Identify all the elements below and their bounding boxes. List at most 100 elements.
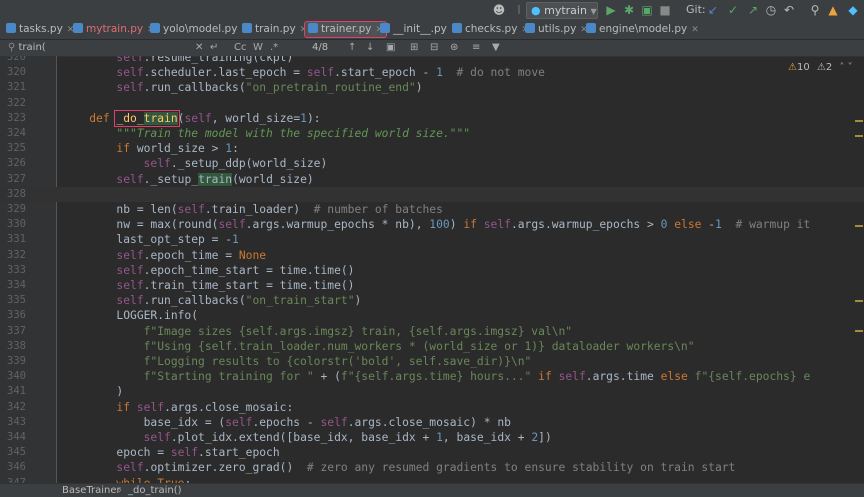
- git-label: Git:: [686, 3, 706, 16]
- line-number: 333: [7, 263, 26, 276]
- code-line[interactable]: 342 if self.args.close_mosaic:: [0, 400, 864, 415]
- line-number: 339: [7, 355, 26, 367]
- python-file-icon: [452, 23, 462, 33]
- arrow-down-icon[interactable]: ↓: [366, 40, 374, 56]
- code-text: f"Starting training for " + (f"{self.arg…: [143, 370, 811, 384]
- words-toggle[interactable]: W: [253, 40, 263, 56]
- tab-init[interactable]: __init__.py✕: [380, 20, 458, 39]
- code-line[interactable]: 321 self.run_callbacks("on_pretrain_rout…: [0, 80, 864, 95]
- run-config-label: mytrain: [544, 4, 587, 17]
- tab-yolo-model[interactable]: yolo\model.py✕: [150, 20, 249, 39]
- line-number: 327: [7, 172, 26, 185]
- code-line[interactable]: 343 base_idx = (self.epochs - self.args.…: [0, 415, 864, 430]
- stop-icon[interactable]: ■: [658, 3, 672, 17]
- code-line[interactable]: 333 self.epoch_time_start = time.time(): [0, 263, 864, 278]
- newline-icon[interactable]: ↵: [210, 40, 218, 56]
- code-line[interactable]: 335 self.run_callbacks("on_train_start"): [0, 293, 864, 308]
- code-line[interactable]: 347 while True:: [0, 476, 864, 483]
- clear-icon[interactable]: ✕: [195, 40, 203, 56]
- line-number: 328: [7, 187, 26, 200]
- code-text: self.plot_idx.extend([base_idx, base_idx…: [143, 431, 552, 444]
- code-line[interactable]: 324 """Train the model with the specifie…: [0, 126, 864, 141]
- code-line[interactable]: 322: [0, 96, 864, 111]
- code-line[interactable]: 338 f"Using {self.train_loader.num_worke…: [0, 339, 864, 354]
- rollback-icon[interactable]: ↶: [782, 3, 796, 17]
- git-push-icon[interactable]: ↗: [746, 3, 760, 17]
- add-occurrence-icon[interactable]: ⊞: [410, 40, 418, 56]
- line-number: 321: [7, 81, 26, 94]
- run-icon[interactable]: ▶: [604, 3, 618, 17]
- line-number: 340: [7, 370, 26, 383]
- code-line[interactable]: 334 self.train_time_start = time.time(): [0, 278, 864, 293]
- line-number: 343: [7, 415, 26, 428]
- select-all-icon[interactable]: ▣: [386, 40, 395, 56]
- tab-train[interactable]: train.py✕: [242, 20, 307, 39]
- find-bar: ⚲ train( ✕ ↵ Cc W .* 4/8 ↑ ↓ ▣ ⊞ ⊟ ⊛ ≡ ▼: [0, 40, 864, 57]
- code-text: LOGGER.info(: [62, 309, 199, 323]
- line-number: 332: [7, 248, 26, 261]
- search-icon[interactable]: ⚲: [808, 3, 822, 17]
- code-line[interactable]: 320 self.scheduler.last_epoch = self.sta…: [0, 65, 864, 80]
- line-number: 320: [7, 66, 26, 79]
- line-number: 336: [7, 309, 26, 322]
- breadcrumb-function[interactable]: _do_train(): [128, 484, 182, 497]
- ide-icon[interactable]: ◆: [846, 3, 860, 17]
- code-line[interactable]: 327 self._setup_train(world_size): [0, 172, 864, 187]
- code-line[interactable]: 344 self.plot_idx.extend([base_idx, base…: [0, 430, 864, 445]
- user-icon[interactable]: ☻: [492, 3, 506, 17]
- breadcrumb-class[interactable]: BaseTrainer: [62, 484, 121, 497]
- tab-mytrain[interactable]: mytrain.py✕: [73, 20, 155, 39]
- code-editor[interactable]: 320 self.resume_training(ckpt) 320 self.s…: [0, 56, 864, 483]
- code-line[interactable]: 330 nw = max(round(self.args.warmup_epoc…: [0, 217, 864, 232]
- git-commit-icon[interactable]: ✓: [726, 3, 740, 17]
- coverage-icon[interactable]: ▣: [640, 3, 654, 17]
- run-config-select[interactable]: ● mytrain ▼: [526, 2, 598, 19]
- tab-engine-model[interactable]: engine\model.py ✕: [586, 20, 699, 39]
- arrow-up-icon[interactable]: ↑: [348, 40, 356, 56]
- python-file-icon: [586, 23, 596, 33]
- code-line[interactable]: 331 last_opt_step = -1: [0, 232, 864, 247]
- close-icon[interactable]: ✕: [691, 25, 699, 35]
- code-text: self.run_callbacks("on_pretrain_routine_…: [116, 81, 423, 95]
- code-line[interactable]: 325 if world_size > 1:: [0, 141, 864, 156]
- tab-tasks[interactable]: tasks.py ✕: [6, 20, 74, 39]
- match-case-toggle[interactable]: Cc: [234, 40, 246, 56]
- python-file-icon: [380, 23, 390, 33]
- code-line[interactable]: 332 self.epoch_time = None: [0, 248, 864, 263]
- code-line[interactable]: 320 self.resume_training(ckpt): [0, 56, 864, 65]
- code-line[interactable]: 337 f"Image sizes {self.args.imgsz} trai…: [0, 324, 864, 339]
- code-line[interactable]: 341 ): [0, 384, 864, 399]
- git-update-icon[interactable]: ↙: [706, 3, 720, 17]
- debug-icon[interactable]: ✱: [622, 3, 636, 17]
- tab-utils[interactable]: utils.py ✕: [525, 20, 588, 39]
- search-input[interactable]: ⚲ train(: [8, 40, 46, 56]
- remove-occurrence-icon[interactable]: ⊟: [430, 40, 438, 56]
- code-line[interactable]: 346 self.optimizer.zero_grad() # zero an…: [0, 460, 864, 475]
- tab-trainer[interactable]: trainer.py✕: [304, 21, 388, 38]
- line-number: 338: [7, 339, 26, 352]
- filter-icon[interactable]: ▼: [492, 40, 500, 56]
- code-line[interactable]: 326 self._setup_ddp(world_size): [0, 156, 864, 171]
- code-line[interactable]: 336 LOGGER.info(: [0, 308, 864, 323]
- update-icon[interactable]: ▲: [826, 3, 840, 17]
- regex-toggle[interactable]: .*: [270, 40, 278, 56]
- code-line[interactable]: 345 epoch = self.start_epoch: [0, 445, 864, 460]
- tab-checks[interactable]: checks.py✕: [452, 20, 529, 39]
- code-text: if self.args.close_mosaic:: [116, 400, 294, 414]
- line-number: 342: [7, 400, 26, 413]
- code-line[interactable]: 340 f"Starting training for " + (f"{self…: [0, 369, 864, 384]
- code-text: if world_size > 1:: [116, 142, 239, 156]
- code-text: epoch = self.start_epoch: [62, 446, 280, 460]
- line-number: 330: [7, 218, 26, 231]
- code-line[interactable]: 329 nb = len(self.train_loader) # number…: [0, 202, 864, 217]
- history-icon[interactable]: ◷: [764, 3, 778, 17]
- code-line[interactable]: 328: [0, 186, 864, 202]
- code-line[interactable]: 323 def _do_train(self, world_size=1):: [0, 109, 864, 127]
- line-number: 323: [7, 111, 26, 124]
- settings-icon[interactable]: ≡: [472, 40, 480, 56]
- code-line[interactable]: 339 f"Logging results to {colorstr('bold…: [0, 354, 864, 369]
- code-text: f"Image sizes {self.args.imgsz} train, {…: [143, 324, 573, 338]
- select-all-occurrences-icon[interactable]: ⊛: [450, 40, 458, 56]
- code-text: self.scheduler.last_epoch = self.start_e…: [116, 66, 545, 80]
- line-number: 346: [7, 461, 26, 474]
